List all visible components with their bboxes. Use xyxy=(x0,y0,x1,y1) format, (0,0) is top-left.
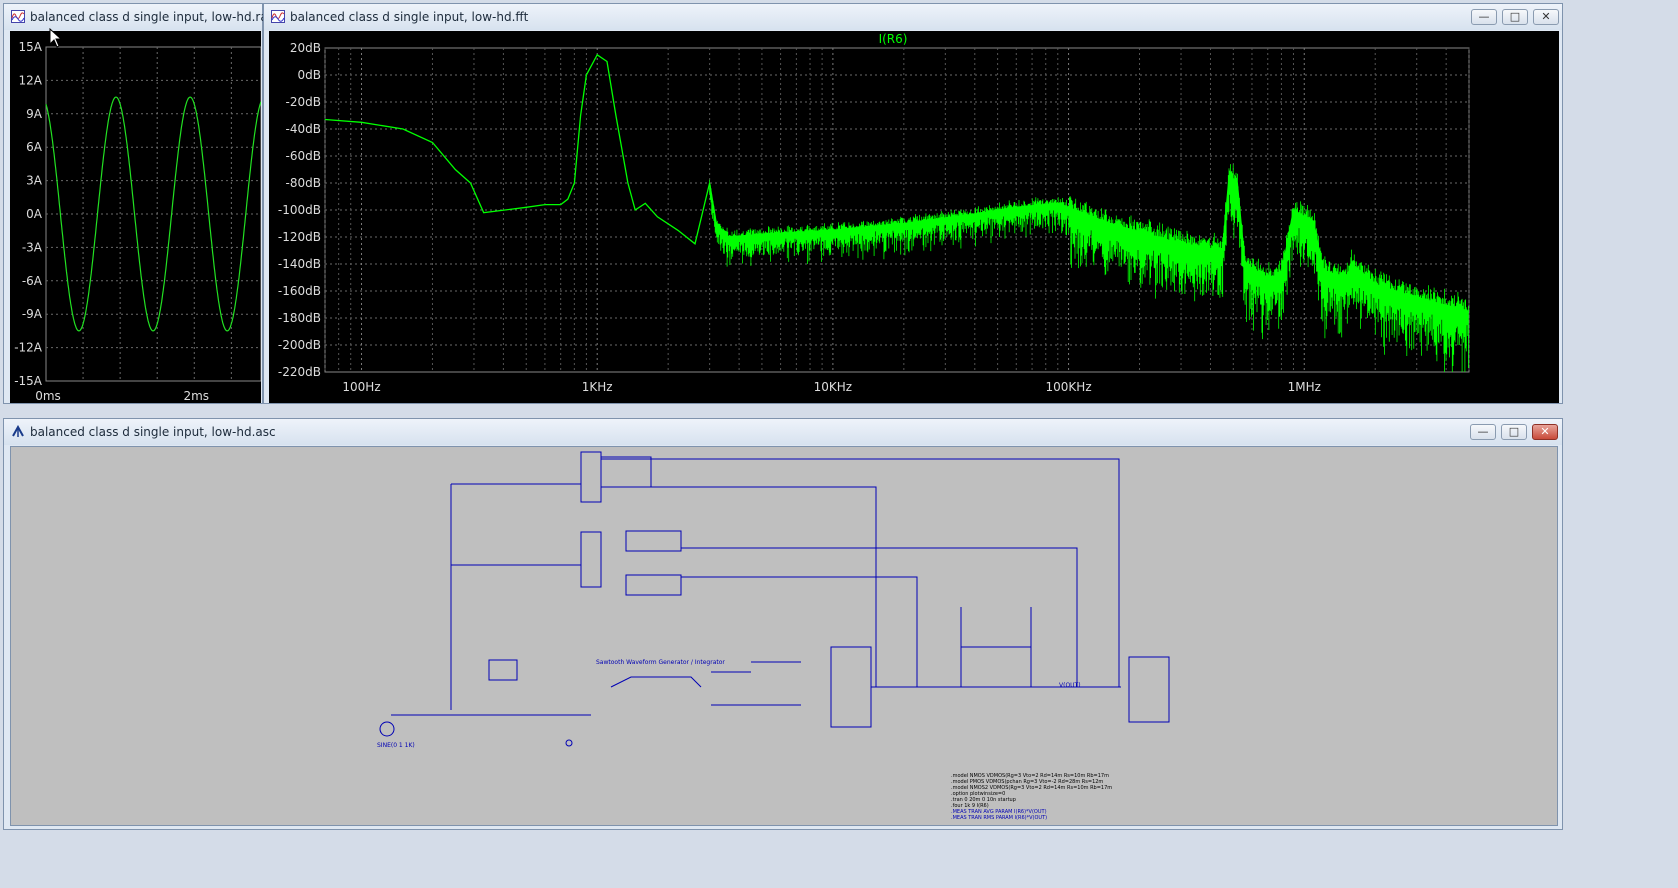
y-tick-label: 20dB xyxy=(290,41,321,55)
fft-plot[interactable]: I(R6) 20dB 0dB -20dB -40dB -60dB -80dB -100dB -… xyxy=(269,31,1559,403)
y-tick-label: -220dB xyxy=(278,365,321,379)
fft-plot-ticks: 20dB 0dB -20dB -40dB -60dB -80dB -100dB -120dB -… xyxy=(278,41,1321,394)
fft-window-titlebar[interactable]: balanced class d single input, low-hd.ff… xyxy=(264,4,1562,30)
fft-maximize-button[interactable]: □ xyxy=(1502,9,1528,25)
mouse-cursor-icon xyxy=(49,28,63,48)
x-tick-label: 1KHz xyxy=(582,380,613,394)
x-tick-label: 2ms xyxy=(183,389,209,403)
raw-window-titlebar[interactable]: balanced class d single input, low-hd.ra… xyxy=(4,4,278,30)
x-tick-label: 0ms xyxy=(35,389,61,403)
y-tick-label: -12A xyxy=(14,341,43,355)
time-trace xyxy=(45,96,261,332)
waveform-icon xyxy=(271,10,285,23)
y-tick-label: -3A xyxy=(22,240,43,254)
trace-label-i-r6[interactable]: I(R6) xyxy=(879,32,908,46)
y-tick-label: -200dB xyxy=(278,338,321,352)
y-tick-label: 0dB xyxy=(298,68,321,82)
sawtooth-comment: Sawtooth Waveform Generator / Integrator xyxy=(596,659,725,666)
fft-close-button[interactable]: ✕ xyxy=(1533,9,1559,25)
y-tick-label: -40dB xyxy=(286,122,321,136)
x-tick-label: 100KHz xyxy=(1046,380,1092,394)
schematic-close-button[interactable]: ✕ xyxy=(1532,424,1558,440)
y-tick-label: -140dB xyxy=(278,257,321,271)
y-tick-label: 6A xyxy=(26,140,43,154)
y-tick-label: -180dB xyxy=(278,311,321,325)
raw-window-title: balanced class d single input, low-hd.ra… xyxy=(30,10,278,24)
x-tick-label: 100Hz xyxy=(342,380,380,394)
x-tick-label: 1MHz xyxy=(1288,380,1321,394)
y-tick-label: -80dB xyxy=(286,176,321,190)
directive-line: .MEAS TRAN RMS PARAM I(R6)*V(OUT) xyxy=(951,815,1047,821)
raw-plot-window[interactable]: balanced class d single input, low-hd.ra… xyxy=(3,3,278,404)
y-tick-label: -9A xyxy=(22,307,43,321)
y-tick-label: -15A xyxy=(14,374,43,388)
schematic-window-title: balanced class d single input, low-hd.as… xyxy=(30,425,276,439)
y-tick-label: 3A xyxy=(26,174,43,188)
schematic-wires xyxy=(379,451,1170,747)
y-tick-label: 15A xyxy=(19,40,43,54)
schematic-window[interactable]: balanced class d single input, low-hd.as… xyxy=(3,418,1563,830)
y-tick-label: -60dB xyxy=(286,149,321,163)
y-tick-label: -100dB xyxy=(278,203,321,217)
y-tick-label: -6A xyxy=(22,274,43,288)
y-tick-label: -160dB xyxy=(278,284,321,298)
schematic-part-labels: V(OUT) xyxy=(1059,682,1081,689)
schematic-minimize-button[interactable]: — xyxy=(1470,424,1496,440)
svg-text:V(OUT): V(OUT) xyxy=(1059,682,1081,689)
time-plot-ticks: 15A 12A 9A 6A 3A 0A -3A -6A -9A -12A -15A0ms 2ms xyxy=(14,40,209,403)
x-tick-label: 10KHz xyxy=(814,380,852,394)
fft-minimize-button[interactable]: — xyxy=(1471,9,1497,25)
y-tick-label: -20dB xyxy=(286,95,321,109)
fft-noise-fill xyxy=(709,164,1469,372)
y-tick-label: 9A xyxy=(26,107,43,121)
schematic-icon xyxy=(12,425,24,437)
sine-source-label: SINE(0 1 1K) xyxy=(377,742,415,749)
waveform-icon xyxy=(11,10,25,23)
schematic-canvas[interactable]: V(OUT) SINE(0 1 1K) Sawtooth Waveform Ge… xyxy=(10,446,1558,826)
spice-directives: .model NMOS VDMOS(Rg=3 Vto=2 Rd=14m Rs=1… xyxy=(951,773,1112,821)
y-tick-label: 0A xyxy=(26,207,43,221)
schematic-window-titlebar[interactable]: balanced class d single input, low-hd.as… xyxy=(4,419,1562,445)
fft-plot-window[interactable]: balanced class d single input, low-hd.ff… xyxy=(263,3,1563,404)
y-tick-label: -120dB xyxy=(278,230,321,244)
schematic-maximize-button[interactable]: □ xyxy=(1501,424,1527,440)
y-tick-label: 12A xyxy=(19,73,43,87)
fft-window-title: balanced class d single input, low-hd.ff… xyxy=(290,10,529,24)
time-domain-plot[interactable]: 15A 12A 9A 6A 3A 0A -3A -6A -9A -12A -15A0ms 2ms xyxy=(10,31,261,403)
